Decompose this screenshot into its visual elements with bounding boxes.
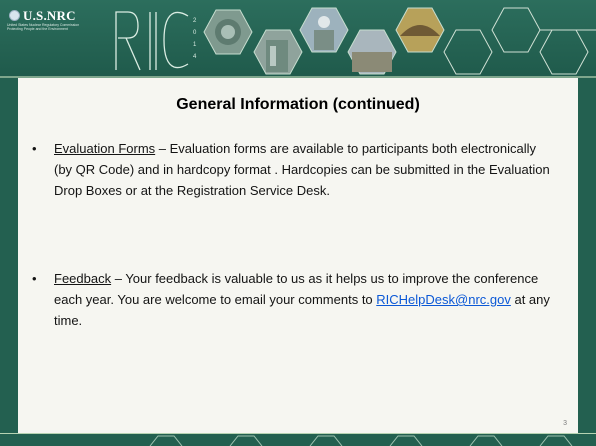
- slide-content-panel: General Information (continued) • Evalua…: [18, 78, 578, 433]
- bullet-text: Feedback – Your feedback is valuable to …: [54, 268, 552, 331]
- svg-text:0: 0: [193, 30, 197, 36]
- bullet-evaluation-forms: • Evaluation Forms – Evaluation forms ar…: [32, 138, 552, 201]
- footer-hexagon-strip: [0, 433, 596, 446]
- ric-logo-year: 2014: [193, 18, 197, 60]
- slide-header-banner: 2014 U.S.NRC United States Nuclear Regul…: [0, 0, 596, 78]
- nrc-seal-icon: [9, 10, 20, 21]
- hexagon-photo-tiles: [203, 7, 596, 75]
- bullet-text: Evaluation Forms – Evaluation forms are …: [54, 138, 552, 201]
- nrc-logo-text: U.S.NRC: [23, 8, 76, 23]
- svg-text:4: 4: [193, 54, 197, 60]
- svg-text:2: 2: [193, 18, 197, 24]
- bullet-dot-icon: •: [32, 271, 37, 286]
- bullet-term: Evaluation Forms: [54, 141, 156, 156]
- slide-title: General Information (continued): [176, 96, 420, 113]
- nrc-logo: U.S.NRC United States Nuclear Regulatory…: [7, 8, 91, 34]
- nrc-logo-subtitle: United States Nuclear Regulatory Commiss…: [7, 23, 80, 31]
- presentation-slide: 2014 U.S.NRC United States Nuclear Regul…: [0, 0, 596, 446]
- helpdesk-email-link[interactable]: RICHelpDesk@nrc.gov: [376, 292, 511, 307]
- bullet-feedback: • Feedback – Your feedback is valuable t…: [32, 268, 552, 331]
- page-number: 3: [563, 420, 567, 427]
- bullet-dot-icon: •: [32, 141, 37, 156]
- ric-logo-icon: [115, 11, 189, 71]
- bullet-term: Feedback: [54, 271, 112, 286]
- svg-text:1: 1: [193, 42, 197, 48]
